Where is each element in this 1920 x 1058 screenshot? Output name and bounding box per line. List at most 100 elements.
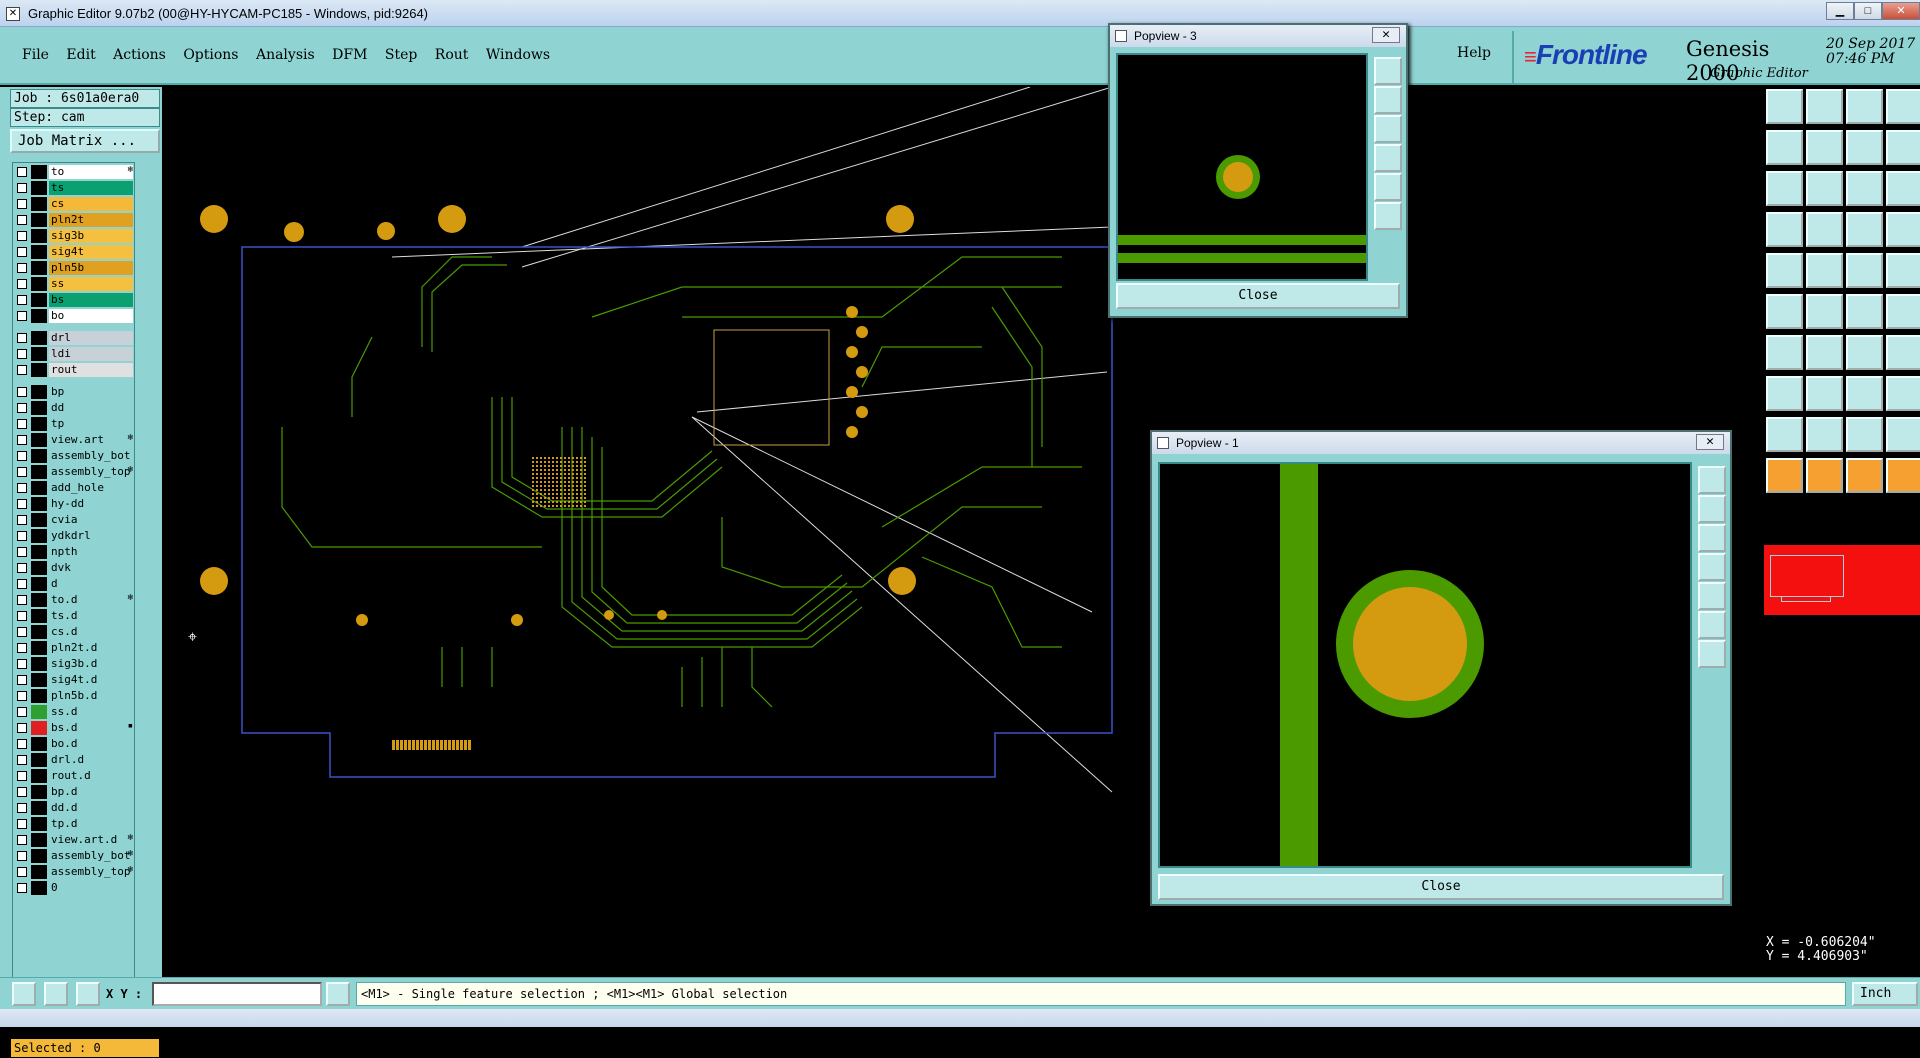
layer-row-bp-d[interactable]: bp.d [13, 785, 135, 799]
layer-name[interactable]: bo [49, 309, 133, 323]
menu-windows[interactable]: Windows [486, 47, 550, 63]
view-tool-icon[interactable] [1374, 86, 1402, 114]
layer-color-swatch[interactable] [31, 577, 47, 591]
layer-color-swatch[interactable] [31, 849, 47, 863]
layer-color-swatch[interactable] [31, 593, 47, 607]
popview-1-close-button[interactable]: Close [1158, 874, 1724, 900]
snap-a-icon[interactable] [1766, 212, 1803, 247]
view-tool-icon[interactable] [1374, 144, 1402, 172]
window-split-icon[interactable] [1886, 89, 1920, 124]
layer-name[interactable]: rout [49, 363, 133, 377]
layer-color-swatch[interactable] [31, 609, 47, 623]
layer-name[interactable]: pln5b [49, 261, 133, 275]
layer-name[interactable]: cs.d [49, 625, 133, 639]
layer-color-swatch[interactable] [31, 385, 47, 399]
layer-name[interactable]: ydkdrl [49, 529, 133, 543]
layer-row-pln5b[interactable]: pln5b [13, 261, 135, 275]
grid-icon[interactable] [76, 982, 100, 1006]
layer-row-to-d[interactable]: to.d ❄ [13, 593, 135, 607]
layer-checkbox[interactable] [17, 515, 27, 525]
frame-d-icon[interactable] [1886, 376, 1920, 411]
layer-row-tp[interactable]: tp [13, 417, 135, 431]
view-tool-icon[interactable] [1698, 640, 1726, 668]
view-tool-icon[interactable] [1698, 582, 1726, 610]
layer-checkbox[interactable] [17, 803, 27, 813]
layer-checkbox[interactable] [17, 547, 27, 557]
layer-name[interactable]: dvk [49, 561, 133, 575]
layer-name[interactable]: assembly_bot.d [49, 849, 133, 863]
layer-checkbox[interactable] [17, 755, 27, 765]
layer-checkbox[interactable] [17, 279, 27, 289]
layer-name[interactable]: cvia [49, 513, 133, 527]
layer-row-cs[interactable]: cs [13, 197, 135, 211]
layer-color-swatch[interactable] [31, 545, 47, 559]
layer-row-ss-d[interactable]: ss.d [13, 705, 135, 719]
layer-checkbox[interactable] [17, 365, 27, 375]
popview-3-view[interactable] [1116, 53, 1368, 281]
view-tool-icon[interactable] [1374, 57, 1402, 85]
node-d-icon[interactable] [1886, 294, 1920, 329]
layer-checkbox[interactable] [17, 333, 27, 343]
layer-row-add-hole[interactable]: add_hole [13, 481, 135, 495]
layer-row-cvia[interactable]: cvia [13, 513, 135, 527]
menu-actions[interactable]: Actions [113, 47, 166, 63]
layer-row-bo[interactable]: bo [13, 309, 135, 323]
layer-row-ss[interactable]: ss [13, 277, 135, 291]
layer-color-swatch[interactable] [31, 673, 47, 687]
layer-row-tp-d[interactable]: tp.d [13, 817, 135, 831]
layer-color-swatch[interactable] [31, 817, 47, 831]
menu-dfm[interactable]: DFM [332, 47, 367, 63]
snap-icon[interactable] [12, 982, 36, 1006]
layer-name[interactable]: sig4t.d [49, 673, 133, 687]
layer-checkbox[interactable] [17, 675, 27, 685]
popview-3-titlebar[interactable]: Popview - 3 [1110, 25, 1406, 47]
layer-color-swatch[interactable] [31, 737, 47, 751]
menu-rout[interactable]: Rout [435, 47, 469, 63]
text-add-icon[interactable] [1886, 253, 1920, 288]
xy-input[interactable] [152, 982, 322, 1006]
layer-name[interactable]: npth [49, 545, 133, 559]
layer-name[interactable]: view.art [49, 433, 133, 447]
menu-edit[interactable]: Edit [66, 47, 95, 63]
select-b-icon[interactable] [1806, 458, 1843, 493]
layer-row-ts[interactable]: ts [13, 181, 135, 195]
layer-name[interactable]: bo.d [49, 737, 133, 751]
layer-color-swatch[interactable] [31, 197, 47, 211]
layer-checkbox[interactable] [17, 435, 27, 445]
arc-a-icon[interactable] [1766, 335, 1803, 370]
layer-checkbox[interactable] [17, 691, 27, 701]
layer-checkbox[interactable] [17, 387, 27, 397]
layer-checkbox[interactable] [17, 499, 27, 509]
layer-color-swatch[interactable] [31, 865, 47, 879]
layer-row-ts-d[interactable]: ts.d [13, 609, 135, 623]
step-fwd-icon[interactable] [1806, 130, 1843, 165]
layer-checkbox[interactable] [17, 867, 27, 877]
frame-a-icon[interactable] [1766, 376, 1803, 411]
layer-checkbox[interactable] [17, 295, 27, 305]
view-tool-icon[interactable] [1698, 466, 1726, 494]
view-tool-icon[interactable] [1698, 611, 1726, 639]
triangle-d-icon[interactable] [1886, 417, 1920, 452]
layer-checkbox[interactable] [17, 819, 27, 829]
view-tool-icon[interactable] [1698, 524, 1726, 552]
layer-color-swatch[interactable] [31, 181, 47, 195]
layer-name[interactable]: hy-dd [49, 497, 133, 511]
line-add-icon[interactable] [1806, 253, 1843, 288]
arc-c-icon[interactable] [1846, 335, 1883, 370]
triangle-a-icon[interactable] [1766, 417, 1803, 452]
select-pointer-icon[interactable] [1766, 458, 1803, 493]
layer-row-npth[interactable]: npth [13, 545, 135, 559]
layer-name[interactable]: bs.d [49, 721, 133, 735]
layer-name[interactable]: dd.d [49, 801, 133, 815]
menu-options[interactable]: Options [183, 47, 238, 63]
layer-name[interactable]: 0 [49, 881, 133, 895]
triangle-b-icon[interactable] [1806, 417, 1843, 452]
layer-checkbox[interactable] [17, 723, 27, 733]
layer-color-swatch[interactable] [31, 769, 47, 783]
view-tool-icon[interactable] [1698, 553, 1726, 581]
layer-color-swatch[interactable] [31, 401, 47, 415]
layer-checkbox[interactable] [17, 483, 27, 493]
layer-row-cs-d[interactable]: cs.d [13, 625, 135, 639]
layer-checkbox[interactable] [17, 183, 27, 193]
fit-icon[interactable] [1766, 171, 1803, 206]
